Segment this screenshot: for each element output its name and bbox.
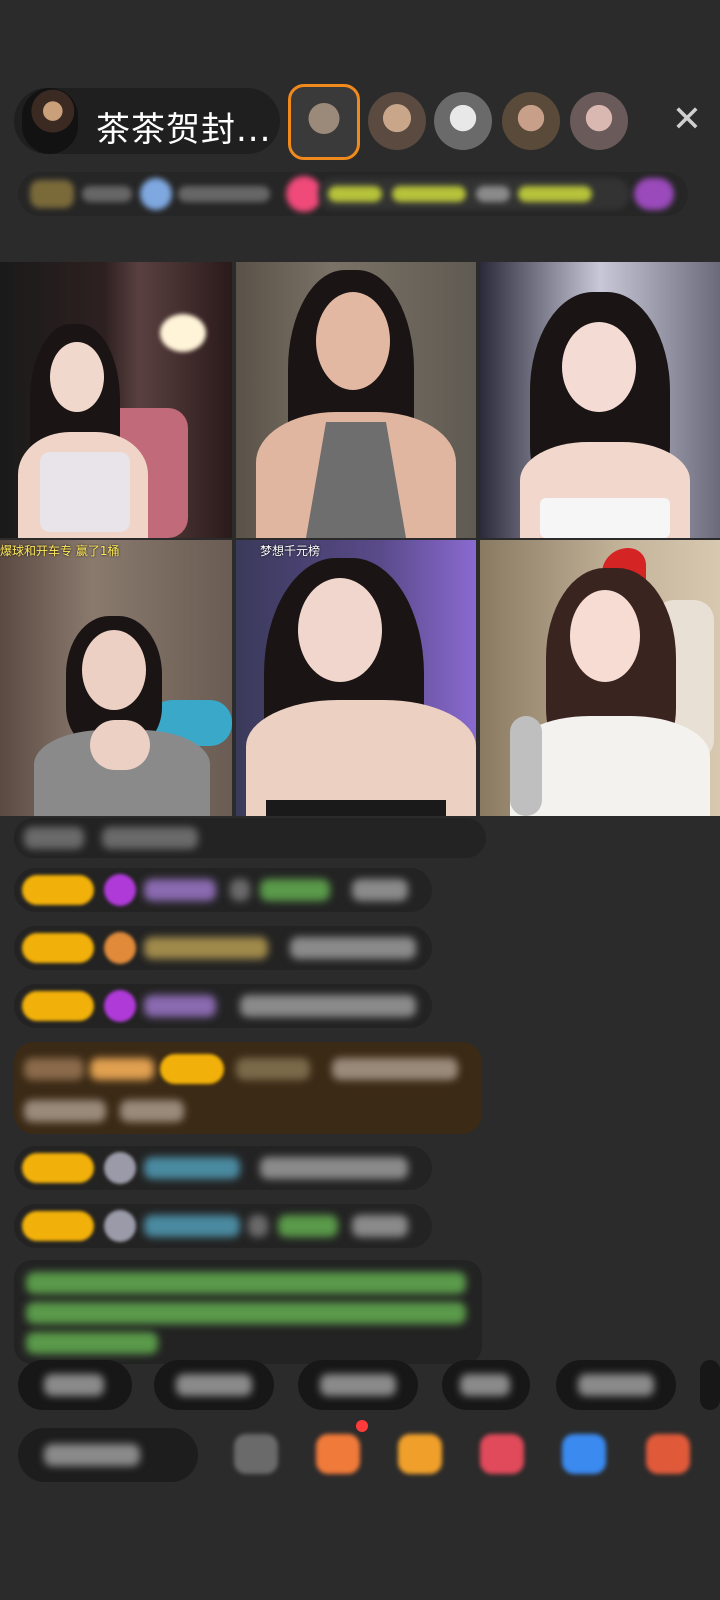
gift-box-icon[interactable] <box>316 1434 360 1474</box>
quick-reply-chip[interactable] <box>556 1360 676 1410</box>
level-badge <box>160 1054 224 1084</box>
gift-icon <box>140 178 172 210</box>
game-icon[interactable] <box>562 1434 606 1474</box>
quick-reply-chip[interactable] <box>154 1360 274 1410</box>
quick-reply-chip[interactable] <box>298 1360 418 1410</box>
video-cell-5[interactable]: 梦想千元榜 <box>236 540 476 816</box>
rank-icon <box>634 178 674 210</box>
level-badge <box>22 933 94 963</box>
quick-reply-chip[interactable] <box>442 1360 530 1410</box>
more-icon[interactable] <box>646 1434 690 1474</box>
video-cell-4[interactable]: 爆球和开车专 赢了1桶 <box>0 540 232 816</box>
host-name[interactable]: 茶茶贺封... <box>96 102 271 151</box>
avatar-icon <box>104 1210 136 1242</box>
avatar-icon <box>104 1152 136 1184</box>
heart-icon[interactable] <box>286 176 322 212</box>
emoji-icon[interactable] <box>234 1434 278 1474</box>
chat-message[interactable] <box>14 1204 432 1248</box>
diamond-icon <box>104 990 136 1022</box>
room-info-bar[interactable] <box>18 172 688 216</box>
highlight-message[interactable] <box>14 1042 482 1134</box>
diamond-icon <box>104 874 136 906</box>
level-badge <box>22 875 94 905</box>
notification-dot <box>356 1420 368 1432</box>
chat-message[interactable] <box>14 984 432 1028</box>
comment-input[interactable] <box>18 1428 198 1482</box>
quick-reply-chip[interactable] <box>18 1360 132 1410</box>
stream-caption: 梦想千元榜 <box>260 544 321 558</box>
level-badge-icon <box>30 180 74 208</box>
video-cell-1[interactable] <box>0 262 232 538</box>
level-badge <box>22 991 94 1021</box>
badge-icon <box>104 932 136 964</box>
stream-caption: 爆球和开车专 赢了1桶 <box>0 544 120 558</box>
treasure-icon[interactable] <box>398 1434 442 1474</box>
system-notice <box>14 1260 482 1364</box>
video-cell-2[interactable] <box>236 262 476 538</box>
video-cell-6[interactable] <box>480 540 720 816</box>
level-badge <box>22 1153 94 1183</box>
close-icon[interactable]: ✕ <box>668 100 706 140</box>
viewer-avatar[interactable] <box>368 92 426 150</box>
viewer-avatar[interactable] <box>434 92 492 150</box>
chat-message[interactable] <box>14 926 432 970</box>
video-cell-3[interactable] <box>480 262 720 538</box>
viewer-avatar[interactable] <box>570 92 628 150</box>
quick-reply-chip[interactable] <box>700 1360 720 1410</box>
chat-message[interactable] <box>14 1146 432 1190</box>
level-badge <box>22 1211 94 1241</box>
viewer-avatar[interactable] <box>502 92 560 150</box>
red-packet-icon[interactable] <box>480 1434 524 1474</box>
microphone-icon <box>510 716 542 816</box>
viewer-avatar[interactable] <box>288 84 360 160</box>
host-avatar[interactable] <box>22 88 78 154</box>
chat-message[interactable] <box>14 868 432 912</box>
chat-message[interactable] <box>14 818 486 858</box>
